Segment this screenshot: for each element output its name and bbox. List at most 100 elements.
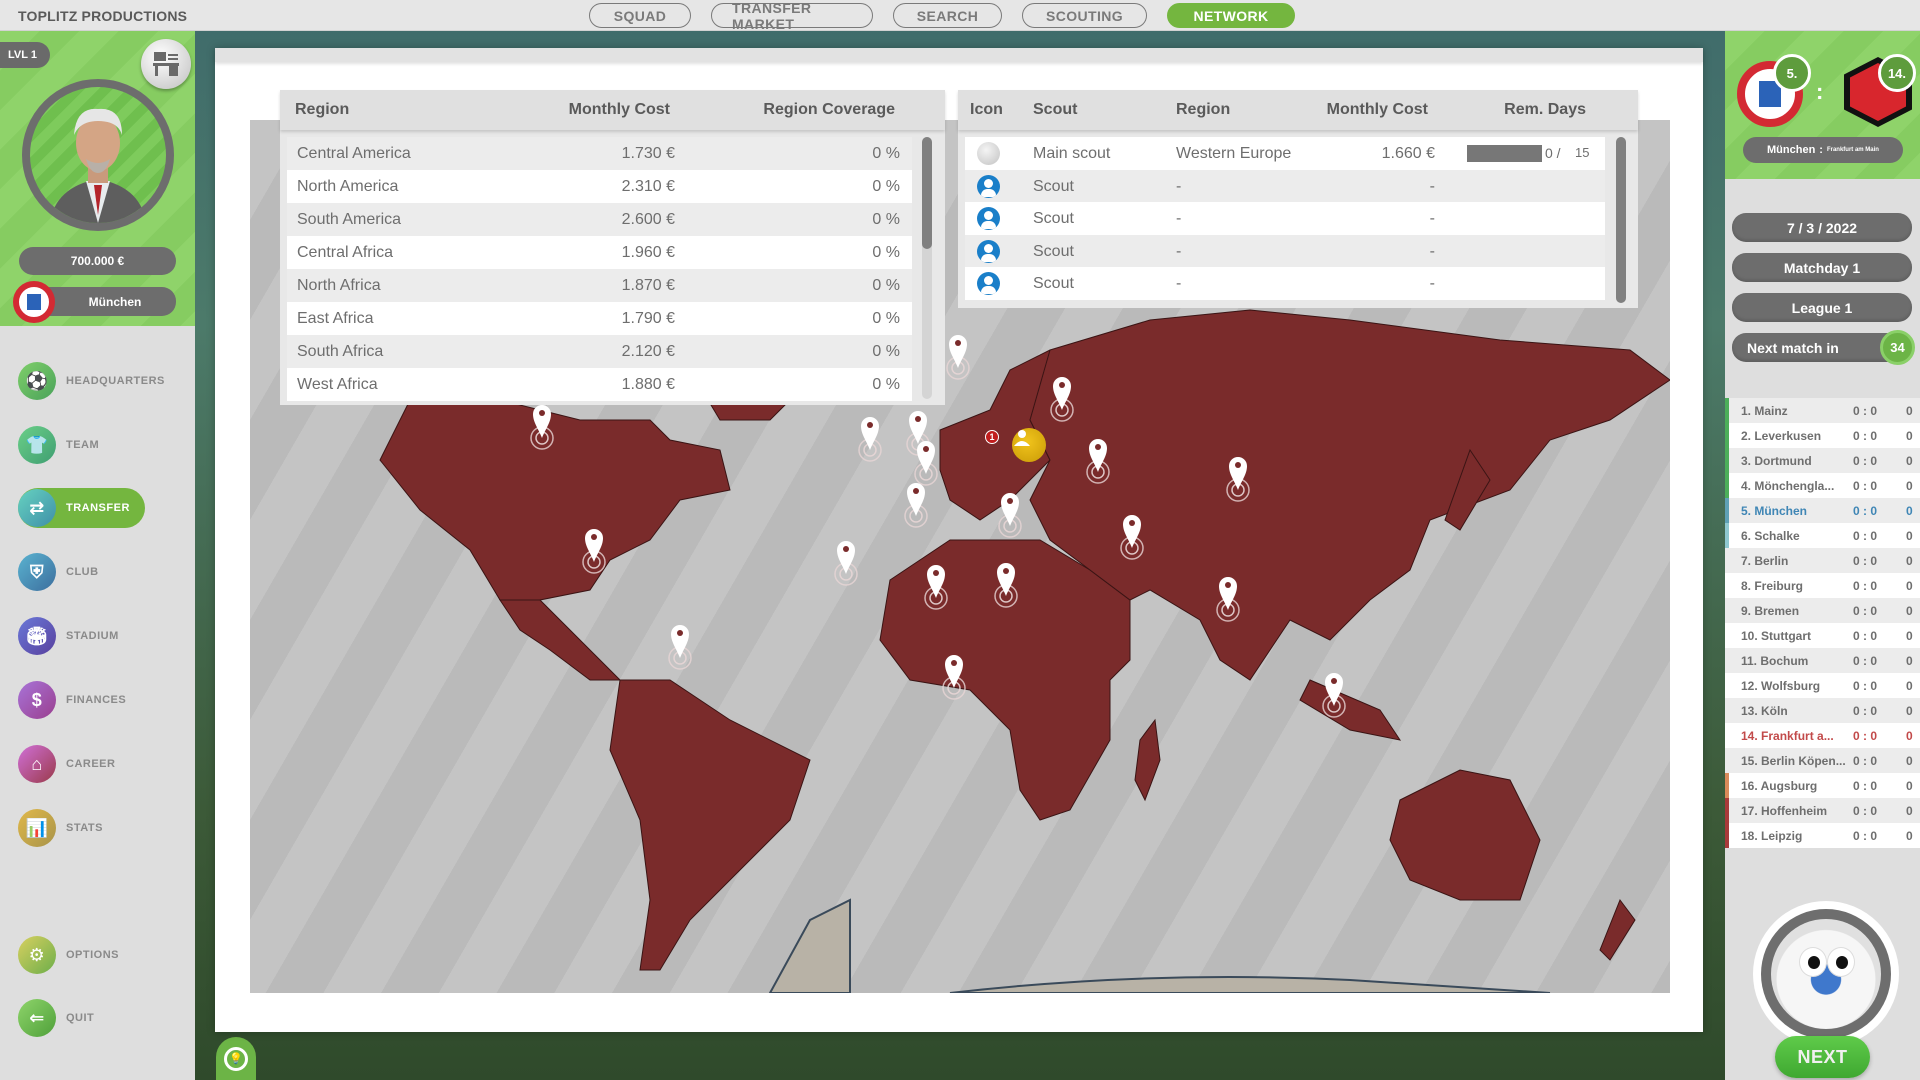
standings-row[interactable]: 15. Berlin Köpen... 0 : 0 0 [1725,748,1920,773]
transfer-shirts-icon: ⇄ [18,489,56,527]
league-display[interactable]: League 1 [1732,293,1912,322]
date-display: 7 / 3 / 2022 [1732,213,1912,242]
gear-icon: ⚙ [18,936,56,974]
tab-transfer-market[interactable]: TRANSFER MARKET [711,0,873,32]
region-marker[interactable] [834,541,858,586]
nav-club[interactable]: ⛨ CLUB [18,552,99,592]
nav-team[interactable]: 👕 TEAM [18,425,99,465]
region-table-scrollbar[interactable] [922,137,932,399]
standings-row[interactable]: 14. Frankfurt a... 0 : 0 0 [1725,723,1920,748]
region-marker[interactable] [946,335,970,380]
region-marker[interactable] [914,441,938,486]
region-row[interactable]: South Africa 2.120 € 0 % [287,335,912,368]
region-row[interactable]: South America 2.600 € 0 % [287,203,912,236]
office-desk-button[interactable] [141,39,191,89]
team-name: 3. Dortmund [1741,454,1812,468]
col-region[interactable]: Region [295,101,349,119]
region-table-scroll-thumb[interactable] [922,137,932,249]
region-row[interactable]: North Africa 1.870 € 0 % [287,269,912,302]
hint-button[interactable]: 💡 [216,1037,256,1080]
standings-row[interactable]: 17. Hoffenheim 0 : 0 0 [1725,798,1920,823]
region-name: South America [297,211,402,228]
scout-name: Scout [1033,177,1074,195]
tab-network[interactable]: NETWORK [1167,3,1295,28]
region-row[interactable]: West Africa 1.880 € 0 % [287,368,912,401]
manager-avatar[interactable] [22,79,174,231]
team-points: 0 [1906,454,1913,468]
next-button[interactable]: NEXT [1775,1036,1870,1078]
region-row[interactable]: Central Africa 1.960 € 0 % [287,236,912,269]
standings-row[interactable]: 18. Leipzig 0 : 0 0 [1725,823,1920,848]
col-rem-days[interactable]: Rem. Days [1504,101,1586,119]
region-marker[interactable] [904,483,928,528]
region-marker[interactable] [858,417,882,462]
scout-row[interactable]: Scout - - [965,234,1605,267]
nav-finances[interactable]: $ FINANCES [18,680,126,720]
scout-row[interactable]: Scout - - [965,169,1605,202]
standings-row[interactable]: 16. Augsburg 0 : 0 0 [1725,773,1920,798]
standings-row[interactable]: 4. Mönchengla... 0 : 0 0 [1725,473,1920,498]
scout-row[interactable]: Main scout Western Europe 1.660 € 0 / 15 [965,137,1605,170]
tab-scouting[interactable]: SCOUTING [1022,3,1147,28]
col-scout[interactable]: Scout [1033,101,1077,119]
standings-row[interactable]: 7. Berlin 0 : 0 0 [1725,548,1920,573]
standings-row[interactable]: 1. Mainz 0 : 0 0 [1725,398,1920,423]
nav-label: TEAM [66,439,100,451]
standings-row[interactable]: 2. Leverkusen 0 : 0 0 [1725,423,1920,448]
standings-row[interactable]: 12. Wolfsburg 0 : 0 0 [1725,673,1920,698]
assigned-scout-marker[interactable] [1012,428,1046,462]
col-region-coverage[interactable]: Region Coverage [763,101,895,119]
tab-search[interactable]: SEARCH [893,3,1002,28]
col-region[interactable]: Region [1176,101,1230,119]
scout-row[interactable]: Scout - - [965,202,1605,235]
region-marker[interactable] [998,493,1022,538]
scout-row[interactable]: Scout - - [965,267,1605,300]
scout-table-scroll-thumb[interactable] [1616,137,1626,303]
team-score: 0 : 0 [1853,604,1878,618]
club-crest-icon: ⛨ [18,553,56,591]
nav-headquarters[interactable]: ⚽ HEADQUARTERS [18,361,165,401]
standings-row[interactable]: 11. Bochum 0 : 0 0 [1725,648,1920,673]
team-score: 0 : 0 [1853,779,1878,793]
nav-label: STADIUM [66,630,119,642]
home-team-name: München [1767,144,1816,156]
club-name-pill[interactable]: München [36,287,176,316]
standings-row[interactable]: 5. München 0 : 0 0 [1725,498,1920,523]
team-points: 0 [1906,829,1913,843]
standings-row[interactable]: 6. Schalke 0 : 0 0 [1725,523,1920,548]
region-name: West Africa [297,376,378,393]
standings-row[interactable]: 3. Dortmund 0 : 0 0 [1725,448,1920,473]
nav-transfer[interactable]: ⇄ TRANSFER [18,488,145,528]
standings-row[interactable]: 10. Stuttgart 0 : 0 0 [1725,623,1920,648]
nav-stats[interactable]: 📊 STATS [18,808,103,848]
region-marker[interactable] [668,625,692,670]
nav-label: TRANSFER [66,502,130,514]
region-table-body: Central America 1.730 € 0 % North America 2… [287,137,912,401]
region-name: South Africa [297,343,384,360]
standings-row[interactable]: 13. Köln 0 : 0 0 [1725,698,1920,723]
nav-career[interactable]: ⌂ CAREER [18,744,115,784]
nav-options[interactable]: ⚙ OPTIONS [18,935,119,975]
team-name: 15. Berlin Köpen... [1741,754,1846,768]
team-score: 0 : 0 [1853,554,1878,568]
region-coverage: 0 % [872,343,900,360]
team-points: 0 [1906,429,1913,443]
region-row[interactable]: Central America 1.730 € 0 % [287,137,912,170]
nav-quit[interactable]: ⇐ QUIT [18,998,94,1038]
region-row[interactable]: East Africa 1.790 € 0 % [287,302,912,335]
tab-squad[interactable]: SQUAD [589,3,691,28]
standings-row[interactable]: 8. Freiburg 0 : 0 0 [1725,573,1920,598]
scout-table-scrollbar[interactable] [1616,137,1626,303]
teams-separator: : [1819,144,1823,156]
region-coverage: 0 % [872,310,900,327]
scout-user-icon [977,174,1000,198]
vs-separator: : [1816,79,1824,104]
nav-label: QUIT [66,1012,95,1024]
region-row[interactable]: North America 2.310 € 0 % [287,170,912,203]
league-standings: 1. Mainz 0 : 0 0 2. Leverkusen 0 : 0 0 3. Dort… [1725,398,1920,848]
col-monthly-cost[interactable]: Monthly Cost [1327,101,1428,119]
standings-row[interactable]: 9. Bremen 0 : 0 0 [1725,598,1920,623]
nav-stadium[interactable]: 🏟 STADIUM [18,616,119,656]
col-monthly-cost[interactable]: Monthly Cost [569,101,670,119]
team-name: 9. Bremen [1741,604,1800,618]
